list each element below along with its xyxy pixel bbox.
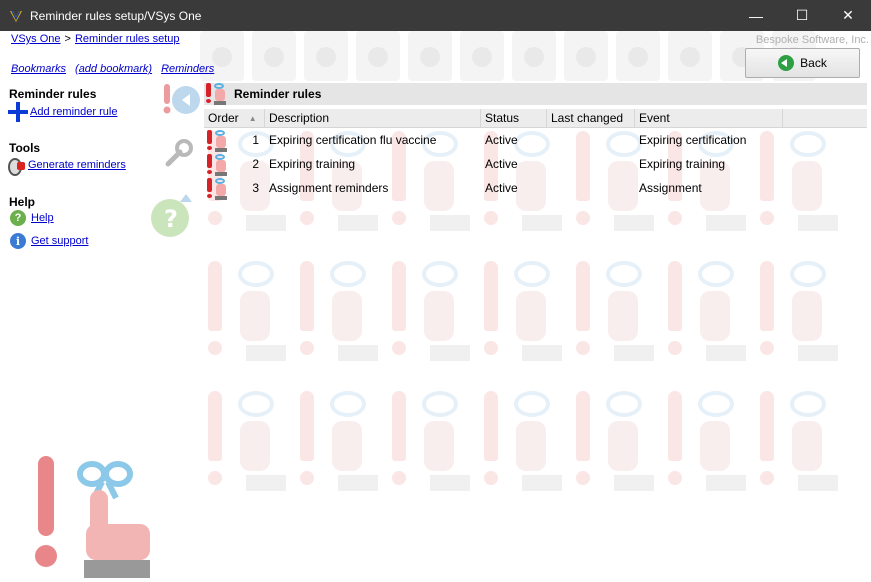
reminder-mascot-icon	[35, 456, 150, 578]
back-button-label: Back	[800, 56, 827, 70]
reminder-section-icon	[163, 84, 200, 114]
maximize-icon: ☐	[795, 7, 809, 23]
company-name: Bespoke Software, Inc.	[755, 34, 869, 46]
window-title: Reminder rules setup/VSys One	[30, 8, 202, 23]
generate-reminders-action[interactable]: Generate reminders	[8, 156, 126, 176]
row-status: Active	[485, 181, 518, 195]
reminder-rules-grid: Order ▲ Description Status Last changed E…	[204, 109, 867, 200]
reminder-icon	[204, 128, 230, 152]
row-status: Active	[485, 157, 518, 171]
panel-title: Reminder rules	[234, 87, 322, 101]
info-icon: i	[10, 233, 26, 249]
help-link[interactable]: Help	[31, 212, 54, 224]
section-reminder-rules: Reminder rules	[9, 87, 97, 101]
section-help: Help	[9, 195, 36, 209]
row-description: Expiring training	[269, 157, 356, 171]
section-tools: Tools	[9, 141, 41, 155]
sort-ascending-icon: ▲	[248, 113, 257, 123]
add-reminder-rule-action[interactable]: Add reminder rule	[8, 102, 117, 122]
column-header-order[interactable]: Order ▲	[204, 109, 265, 127]
row-last-changed	[547, 128, 635, 152]
help-section-icon: ?	[151, 194, 192, 237]
row-status: Active	[485, 133, 518, 147]
reminder-icon	[204, 83, 230, 105]
title-bar: Reminder rules setup/VSys One — ☐ ✕	[0, 0, 871, 31]
maximize-button[interactable]: ☐	[779, 0, 825, 31]
breadcrumb-root-link[interactable]: VSys One	[11, 33, 61, 45]
back-button[interactable]: Back	[745, 48, 860, 78]
row-event: Expiring training	[639, 157, 726, 171]
row-order: 3	[252, 181, 259, 195]
add-bookmark-link[interactable]: (add bookmark)	[75, 63, 152, 75]
reminder-rules-panel-header: Reminder rules	[204, 83, 867, 105]
svg-text:?: ?	[164, 205, 178, 233]
row-order: 2	[252, 157, 259, 171]
minimize-icon: —	[749, 7, 763, 24]
row-order: 1	[252, 133, 259, 147]
table-row[interactable]: 2 Expiring training Active Expiring trai…	[204, 152, 867, 176]
reminder-icon	[204, 152, 230, 176]
breadcrumb: VSys One > Reminder rules setup	[11, 33, 180, 45]
row-description: Assignment reminders	[269, 181, 389, 195]
row-description: Expiring certification flu vaccine	[269, 133, 437, 147]
breadcrumb-current-link[interactable]: Reminder rules setup	[75, 33, 180, 45]
get-support-action[interactable]: i Get support	[10, 233, 88, 249]
table-row[interactable]: 1 Expiring certification flu vaccine Act…	[204, 128, 867, 152]
back-arrow-icon	[778, 55, 795, 71]
close-button[interactable]: ✕	[825, 0, 871, 31]
minimize-button[interactable]: —	[733, 0, 779, 31]
reminder-icon	[204, 176, 230, 200]
help-action[interactable]: ? Help	[10, 210, 54, 226]
column-header-event[interactable]: Event	[635, 109, 783, 127]
generate-reminders-link[interactable]: Generate reminders	[28, 159, 126, 171]
plus-icon	[8, 102, 28, 122]
column-header-filler	[783, 109, 867, 127]
row-event: Assignment	[639, 181, 702, 195]
close-icon: ✕	[842, 7, 854, 23]
row-last-changed	[547, 152, 635, 176]
column-header-status[interactable]: Status	[481, 109, 547, 127]
reminders-link[interactable]: Reminders	[161, 63, 214, 75]
column-header-last-changed[interactable]: Last changed	[547, 109, 635, 127]
app-icon	[10, 10, 22, 22]
bookmarks-link[interactable]: Bookmarks	[11, 63, 66, 75]
help-icon: ?	[10, 210, 26, 226]
get-support-link[interactable]: Get support	[31, 235, 88, 247]
row-last-changed	[547, 176, 635, 200]
row-event: Expiring certification	[639, 133, 747, 147]
table-row[interactable]: 3 Assignment reminders Active Assignment	[204, 176, 867, 200]
add-reminder-rule-link[interactable]: Add reminder rule	[30, 106, 117, 118]
breadcrumb-separator: >	[64, 33, 71, 45]
column-header-description[interactable]: Description	[265, 109, 481, 127]
bookmark-bar: Bookmarks (add bookmark) Reminders	[11, 63, 214, 75]
wrench-icon	[165, 139, 193, 167]
generate-icon	[8, 156, 26, 176]
grid-header: Order ▲ Description Status Last changed E…	[204, 109, 867, 128]
